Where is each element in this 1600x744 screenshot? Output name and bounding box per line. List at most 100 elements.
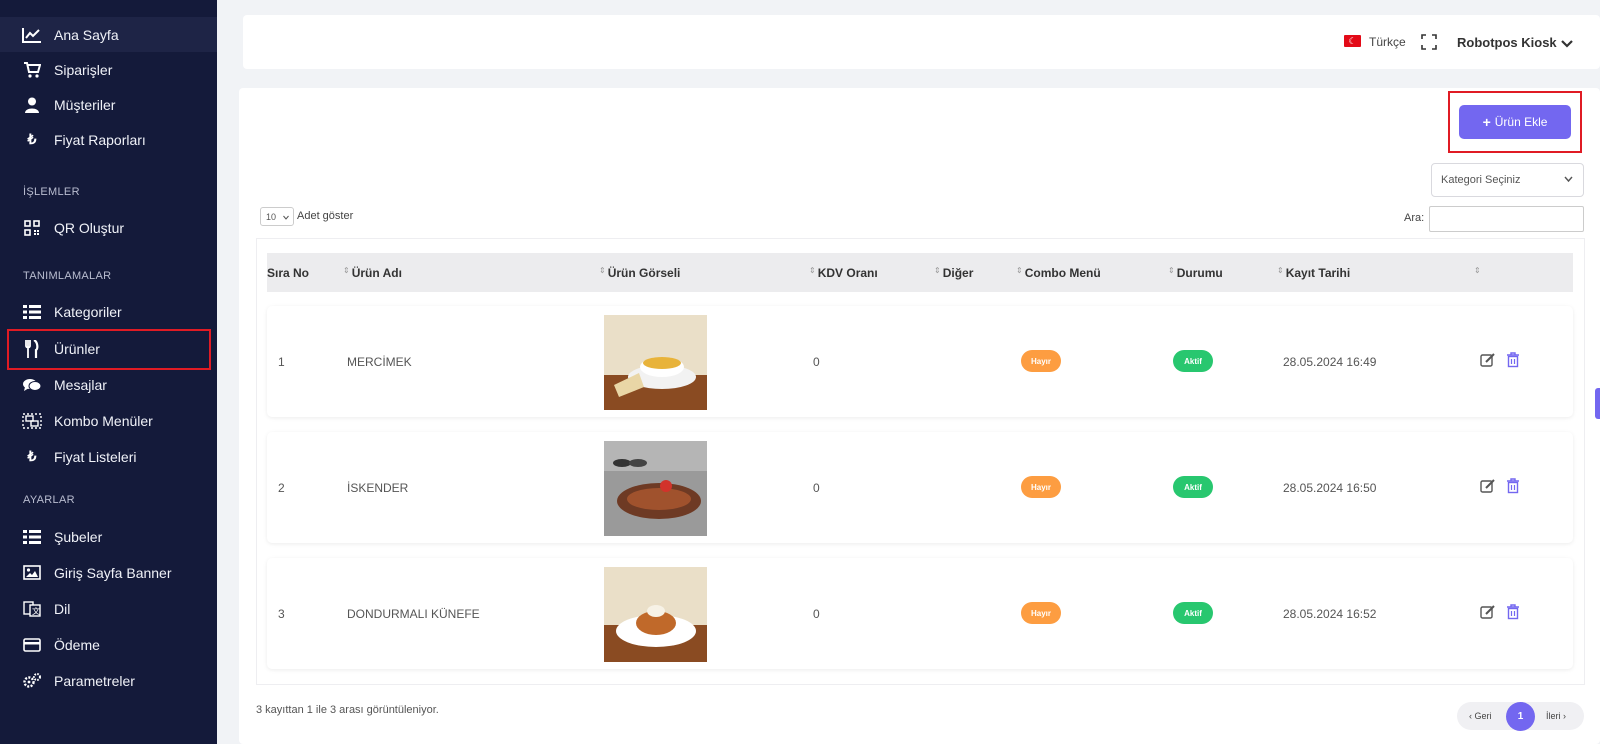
turkey-flag-icon[interactable]: ☾ — [1344, 35, 1361, 47]
sidebar-item-qr-olustur[interactable]: QR Oluştur — [0, 210, 217, 245]
sidebar-section-tanimlamalar: TANIMLAMALAR — [23, 270, 112, 282]
add-product-label: Ürün Ekle — [1494, 115, 1548, 129]
header-actions[interactable]: ⇕ — [1474, 266, 1483, 280]
product-image-mercimek — [604, 315, 707, 410]
status-badge: Aktif — [1173, 602, 1213, 624]
table-row — [267, 432, 1573, 543]
sidebar-item-parametreler[interactable]: Parametreler — [0, 663, 217, 698]
header-kdv-orani[interactable]: ⇕ KDV Oranı — [809, 266, 878, 280]
object-group-icon — [22, 412, 42, 430]
page-length-value: 10 — [266, 211, 277, 222]
table-row — [267, 306, 1573, 417]
sidebar-item-label: Dil — [54, 600, 71, 617]
table-info: 3 kayıttan 1 ile 3 arası görüntüleniyor. — [256, 704, 439, 716]
sort-icon: ⇕ — [934, 266, 941, 275]
user-icon — [22, 96, 42, 114]
chevron-down-icon — [283, 215, 289, 220]
combo-badge: Hayır — [1021, 476, 1061, 498]
list-icon — [22, 528, 42, 546]
user-menu-name[interactable]: Robotpos Kiosk — [1457, 35, 1557, 50]
status-badge: Aktif — [1173, 476, 1213, 498]
sidebar-section-islemler: İŞLEMLER — [23, 186, 80, 198]
sidebar-item-label: Fiyat Raporları — [54, 131, 146, 148]
header-diger[interactable]: ⇕ Diğer — [934, 266, 973, 280]
chevron-down-icon[interactable] — [1561, 36, 1573, 48]
edit-icon[interactable] — [1480, 478, 1496, 494]
pagination-page-1[interactable]: 1 — [1506, 702, 1535, 731]
trash-icon[interactable] — [1505, 352, 1521, 368]
edit-icon[interactable] — [1480, 352, 1496, 368]
language-selector[interactable]: Türkçe — [1369, 35, 1406, 49]
sidebar-item-label: Parametreler — [54, 672, 135, 689]
sort-icon: ⇕ — [1277, 266, 1284, 275]
trash-icon[interactable] — [1505, 604, 1521, 620]
edit-icon[interactable] — [1480, 604, 1496, 620]
header-urun-adi[interactable]: ⇕ Ürün Adı — [343, 266, 402, 280]
sidebar-item-label: Kategoriler — [54, 303, 122, 320]
cell-kdv-orani: 0 — [813, 481, 820, 495]
cell-kayit-tarihi: 28.05.2024 16:50 — [1283, 481, 1377, 495]
header-kayit-tarihi[interactable]: ⇕ Kayıt Tarihi — [1277, 266, 1350, 280]
sidebar-item-label: Siparişler — [54, 61, 113, 78]
svg-text:文: 文 — [32, 606, 40, 616]
header-durumu[interactable]: ⇕ Durumu — [1168, 266, 1223, 280]
cell-kayit-tarihi: 28.05.2024 16:52 — [1283, 607, 1377, 621]
cell-sira-no: 2 — [278, 481, 285, 495]
sidebar-item-label: Ödeme — [54, 636, 100, 653]
sidebar-item-label: Ana Sayfa — [54, 26, 119, 43]
status-badge: Aktif — [1173, 350, 1213, 372]
urunler-highlight-box — [7, 329, 211, 370]
credit-card-icon — [22, 636, 42, 654]
sidebar-item-label: Giriş Sayfa Banner — [54, 564, 172, 581]
sidebar-item-mesajlar[interactable]: Mesajlar — [0, 367, 217, 402]
cell-kdv-orani: 0 — [813, 607, 820, 621]
add-product-button[interactable]: + Ürün Ekle — [1459, 105, 1571, 139]
header-urun-gorseli[interactable]: ⇕ Ürün Görseli — [599, 266, 680, 280]
cell-urun-adi: MERCİMEK — [347, 355, 412, 369]
cogs-icon — [22, 672, 42, 690]
sidebar-item-subeler[interactable]: Şubeler — [0, 519, 217, 554]
sidebar: Ana Sayfa Siparişler Müşteriler ₺ Fiyat … — [0, 0, 217, 744]
sidebar-item-giris-sayfa-banner[interactable]: Giriş Sayfa Banner — [0, 555, 217, 590]
combo-badge: Hayır — [1021, 602, 1061, 624]
sort-icon: ⇕ — [1168, 266, 1175, 275]
sidebar-item-label: Şubeler — [54, 528, 103, 545]
cart-icon — [22, 61, 42, 79]
product-image-kunefe — [604, 567, 707, 662]
category-select-placeholder: Kategori Seçiniz — [1441, 174, 1521, 186]
sidebar-item-dil[interactable]: 文 Dil — [0, 591, 217, 626]
pagination-prev[interactable]: ‹ Geri — [1469, 711, 1492, 721]
sidebar-item-label: Fiyat Listeleri — [54, 448, 137, 465]
sidebar-section-ayarlar: AYARLAR — [23, 494, 75, 506]
sidebar-item-musteriler[interactable]: Müşteriler — [0, 87, 217, 122]
pagination-next[interactable]: İleri › — [1546, 711, 1566, 721]
combo-badge: Hayır — [1021, 350, 1061, 372]
lira-icon: ₺ — [27, 448, 37, 464]
customizer-toggle[interactable] — [1595, 388, 1600, 419]
header-sira-no[interactable]: Sıra No — [267, 266, 309, 280]
page-length-label: Adet göster — [297, 210, 354, 222]
cell-sira-no: 1 — [278, 355, 285, 369]
table-header — [267, 253, 1573, 292]
cell-sira-no: 3 — [278, 607, 285, 621]
fullscreen-icon[interactable] — [1421, 34, 1437, 50]
cell-kdv-orani: 0 — [813, 355, 820, 369]
comments-icon — [22, 376, 42, 394]
sidebar-item-kategoriler[interactable]: Kategoriler — [0, 294, 217, 329]
sidebar-item-odeme[interactable]: Ödeme — [0, 627, 217, 662]
search-input[interactable] — [1429, 206, 1584, 232]
qrcode-icon — [22, 219, 42, 237]
sidebar-item-fiyat-raporlari[interactable]: ₺ Fiyat Raporları — [0, 122, 217, 157]
trash-icon[interactable] — [1505, 478, 1521, 494]
sort-icon: ⇕ — [809, 266, 816, 275]
sidebar-item-kombo-menuler[interactable]: Kombo Menüler — [0, 403, 217, 438]
product-image-iskender — [604, 441, 707, 536]
cell-urun-adi: DONDURMALI KÜNEFE — [347, 607, 480, 621]
header-combo-menu[interactable]: ⇕ Combo Menü — [1016, 266, 1101, 280]
page-length-select[interactable]: 10 — [260, 207, 294, 226]
category-select[interactable]: Kategori Seçiniz — [1431, 163, 1584, 197]
sidebar-item-siparisler[interactable]: Siparişler — [0, 52, 217, 87]
cell-urun-adi: İSKENDER — [347, 481, 409, 495]
sidebar-item-fiyat-listeleri[interactable]: ₺ Fiyat Listeleri — [0, 439, 217, 474]
sidebar-item-ana-sayfa[interactable]: Ana Sayfa — [0, 17, 217, 52]
